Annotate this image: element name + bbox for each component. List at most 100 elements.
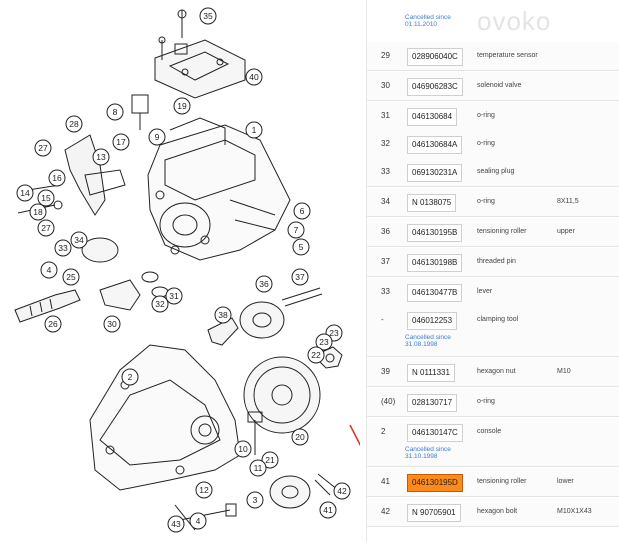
- part-description: hexagon nut: [477, 368, 516, 375]
- table-row[interactable]: 37 046130198B threaded pin: [367, 248, 619, 277]
- table-row[interactable]: 34 N 0138075 o-ring 8X11,5: [367, 188, 619, 217]
- svg-text:27: 27: [41, 223, 51, 233]
- part-number[interactable]: 028906040C: [407, 48, 463, 66]
- part-description: threaded pin: [477, 258, 516, 265]
- callout-7: 7: [287, 221, 305, 239]
- part-number[interactable]: N 0138075: [407, 194, 457, 212]
- callout-16: 16: [48, 169, 66, 187]
- cancelled-note: Cancelled since 31.08.1998: [405, 334, 451, 348]
- part-spec: M10: [557, 368, 571, 375]
- part-spec: M10X1X43: [557, 508, 592, 515]
- row-position: 36: [381, 227, 390, 236]
- table-row[interactable]: 33 069130231A sealing plug: [367, 158, 619, 187]
- row-position: 33: [381, 167, 390, 176]
- svg-text:40: 40: [249, 72, 259, 82]
- row-position: 30: [381, 81, 390, 90]
- callout-22: 22: [307, 346, 325, 364]
- part-number-highlighted[interactable]: 046130195D: [407, 474, 463, 492]
- part-number[interactable]: 046130147C: [407, 424, 463, 442]
- table-row[interactable]: 36 046130195B tensioning roller upper: [367, 218, 619, 247]
- svg-text:18: 18: [33, 207, 43, 217]
- part-description: solenoid valve: [477, 82, 522, 89]
- part-number[interactable]: 046130198B: [407, 254, 463, 272]
- svg-text:19: 19: [177, 101, 187, 111]
- part-number[interactable]: 046130684A: [407, 136, 463, 154]
- svg-text:30: 30: [107, 319, 117, 329]
- svg-text:15: 15: [41, 193, 51, 203]
- callout-37: 37: [291, 268, 309, 286]
- table-row[interactable]: 39 N 0111331 hexagon nut M10: [367, 358, 619, 387]
- svg-text:12: 12: [199, 485, 209, 495]
- svg-text:4: 4: [47, 265, 52, 275]
- callout-42: 42: [333, 482, 351, 500]
- part-number[interactable]: 046130684: [407, 108, 458, 126]
- callout-19: 19: [173, 97, 191, 115]
- table-row[interactable]: 30 046906283C solenoid valve: [367, 72, 619, 101]
- cancelled-date: 31.10.1998: [405, 453, 438, 460]
- table-row[interactable]: - 046012253 clamping tool Cancelled since 31…: [367, 306, 619, 357]
- table-row[interactable]: 31 046130684 o-ring: [367, 102, 619, 131]
- row-position: 41: [381, 477, 390, 486]
- part-number[interactable]: N 0111331: [407, 364, 455, 382]
- table-row[interactable]: (40) 028130717 o-ring: [367, 388, 619, 417]
- part-description: tensioning roller: [477, 228, 527, 235]
- part-description: sealing plug: [477, 168, 515, 175]
- svg-text:34: 34: [74, 235, 84, 245]
- part-description: hexagon bolt: [477, 508, 518, 515]
- callout-13: 13: [92, 148, 110, 166]
- svg-text:9: 9: [155, 132, 160, 142]
- part-number[interactable]: 046130477B: [407, 284, 463, 302]
- table-row[interactable]: 41 046130195D tensioning roller lower: [367, 468, 619, 497]
- svg-text:6: 6: [300, 206, 305, 216]
- svg-text:26: 26: [48, 319, 58, 329]
- table-row[interactable]: 29 028906040C temperature sensor: [367, 42, 619, 71]
- svg-text:7: 7: [294, 225, 299, 235]
- row-position: 42: [381, 507, 390, 516]
- callout-26: 26: [44, 315, 62, 333]
- svg-text:10: 10: [238, 444, 248, 454]
- table-row[interactable]: 2 046130147C console Cancelled since 31.10.1…: [367, 418, 619, 467]
- part-description: console: [477, 428, 502, 435]
- callout-38: 38: [214, 306, 232, 324]
- table-row[interactable]: 32 046130684A o-ring: [367, 130, 619, 159]
- part-description: temperature sensor: [477, 52, 538, 59]
- callout-33: 33: [54, 239, 72, 257]
- table-row[interactable]: 42 N 90705901 hexagon bolt M10X1X43: [367, 498, 619, 527]
- callout-15: 15: [37, 189, 55, 207]
- callout-1: 1: [245, 121, 263, 139]
- part-number[interactable]: 028130717: [407, 394, 458, 412]
- cancelled-note: Cancelled since 31.10.1998: [405, 446, 451, 460]
- part-description: clamping tool: [477, 316, 519, 323]
- part-description: o-ring: [477, 398, 495, 405]
- callout-25: 25: [62, 268, 80, 286]
- svg-text:13: 13: [96, 152, 106, 162]
- callout-14: 14: [16, 184, 34, 202]
- part-description: o-ring: [477, 112, 495, 119]
- callout-28: 28: [65, 115, 83, 133]
- svg-text:42: 42: [337, 486, 347, 496]
- svg-text:37: 37: [295, 272, 305, 282]
- svg-text:43: 43: [171, 519, 181, 529]
- callout-34: 34: [70, 231, 88, 249]
- svg-text:16: 16: [52, 173, 62, 183]
- callout-5: 5: [292, 238, 310, 256]
- part-number[interactable]: 046130195B: [407, 224, 463, 242]
- callout-4: 4: [189, 512, 207, 530]
- part-number[interactable]: 046906283C: [407, 78, 463, 96]
- watermark: ovoko: [477, 6, 552, 36]
- table-row[interactable]: 33 046130477B lever: [367, 278, 619, 307]
- part-number[interactable]: N 90705901: [407, 504, 461, 522]
- svg-text:21: 21: [265, 455, 275, 465]
- row-position: 29: [381, 51, 390, 60]
- part-number[interactable]: 046012253: [407, 312, 458, 330]
- part-number[interactable]: 069130231A: [407, 164, 463, 182]
- svg-text:36: 36: [259, 279, 269, 289]
- row-position: 34: [381, 197, 390, 206]
- callout-2: 2: [121, 368, 139, 386]
- callout-4: 4: [40, 261, 58, 279]
- svg-text:17: 17: [116, 137, 126, 147]
- part-spec: 8X11,5: [557, 198, 579, 205]
- row-position: 2: [381, 427, 386, 436]
- callout-30: 30: [103, 315, 121, 333]
- row-position: 31: [381, 111, 390, 120]
